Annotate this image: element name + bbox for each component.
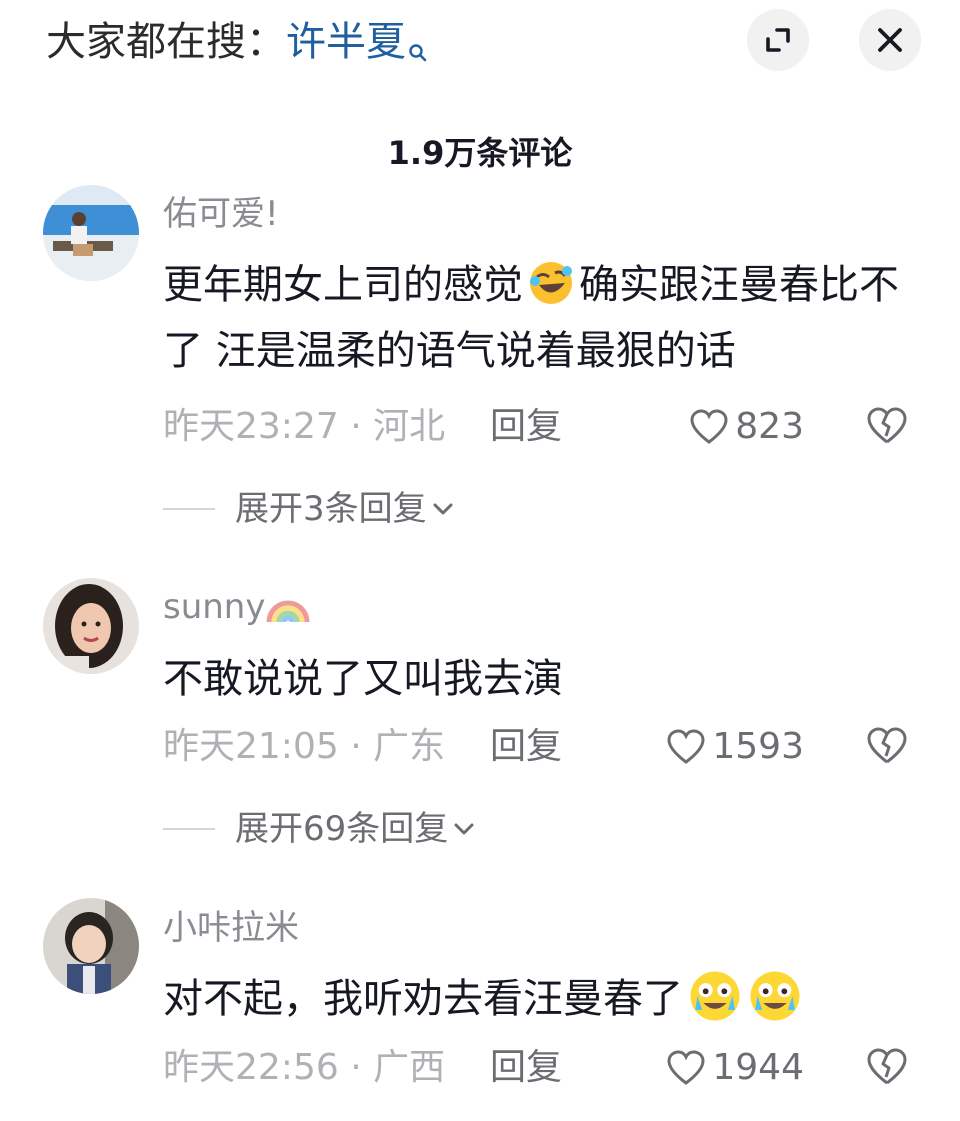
broken-heart-icon [867, 727, 907, 764]
chevron-down-icon [433, 503, 453, 515]
search-term[interactable]: 许半夏 [286, 19, 406, 65]
reply-button[interactable]: 回复 [490, 403, 562, 451]
comment-text: 对不起，我听劝去看汪曼春了 [163, 966, 923, 1032]
comment-username[interactable]: 小咔拉米 [163, 906, 299, 950]
like-button[interactable]: 1944 [666, 1044, 804, 1092]
search-icon [408, 24, 428, 76]
reply-button[interactable]: 回复 [490, 723, 562, 771]
heart-icon [690, 409, 728, 444]
search-prefix: 大家都在搜： [46, 19, 286, 65]
avatar[interactable] [43, 185, 139, 281]
broken-heart-icon [867, 1048, 907, 1085]
avatar[interactable] [43, 578, 139, 674]
expand-replies-label: 展开69条回复 [235, 809, 449, 849]
dislike-button[interactable] [865, 726, 909, 770]
comment-count: 1.9万条评论 [387, 134, 573, 172]
like-count: 823 [735, 406, 804, 447]
like-count: 1944 [712, 1047, 804, 1088]
like-button[interactable]: 823 [689, 403, 804, 451]
top-bar: 大家都在搜：许半夏 [0, 0, 960, 84]
search-suggestion[interactable]: 大家都在搜：许半夏 [46, 16, 428, 76]
divider [163, 508, 215, 510]
comment-meta: 昨天21:05 · 广东 [163, 726, 446, 767]
crying-laughing-emoji [750, 971, 800, 1021]
heart-icon [667, 1050, 705, 1085]
like-button[interactable]: 1593 [666, 723, 804, 771]
rolling-laughing-emoji [530, 262, 572, 304]
comment-text-part: 更年期女上司的感觉 [163, 262, 523, 308]
avatar[interactable] [43, 898, 139, 994]
expand-replies-button[interactable]: 展开69条回复 [163, 806, 476, 852]
expand-button[interactable] [747, 9, 809, 71]
rainbow-emoji [266, 600, 310, 623]
dislike-button[interactable] [865, 406, 909, 450]
comment-text-part: 对不起，我听劝去看汪曼春了 [163, 976, 683, 1022]
crying-laughing-emoji [690, 971, 740, 1021]
expand-icon [766, 28, 790, 52]
broken-heart-icon [867, 407, 907, 444]
comment-text: 不敢说说了又叫我去演 [163, 656, 563, 702]
comment-meta: 昨天22:56 · 广西 [163, 1047, 446, 1088]
close-icon [878, 28, 902, 52]
username-text: sunny [163, 587, 266, 627]
comment-username[interactable]: sunny [163, 585, 311, 629]
divider [163, 828, 215, 830]
dislike-button[interactable] [865, 1047, 909, 1091]
close-button[interactable] [859, 9, 921, 71]
comment-meta: 昨天23:27 · 河北 [163, 406, 446, 447]
expand-replies-label: 展开3条回复 [235, 489, 427, 529]
comment-username[interactable]: 佑可爱! [163, 192, 279, 236]
reply-button[interactable]: 回复 [490, 1044, 562, 1092]
chevron-down-icon [454, 823, 474, 835]
like-count: 1593 [712, 726, 804, 767]
expand-replies-button[interactable]: 展开3条回复 [163, 486, 455, 532]
heart-icon [667, 729, 705, 764]
comment-text: 更年期女上司的感觉 确实跟汪曼春比不了 汪是温柔的语气说着最狠的话 [163, 252, 923, 384]
